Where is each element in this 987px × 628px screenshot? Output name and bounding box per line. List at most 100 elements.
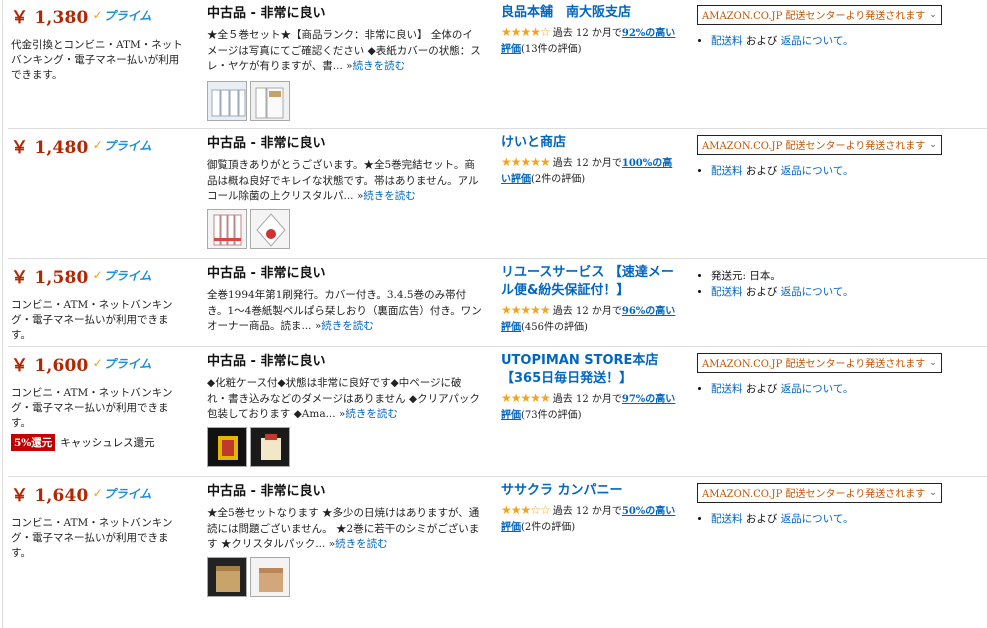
read-more-link[interactable]: 続きを読む [353,60,406,72]
condition-column: 中古品 - 非常に良い ◆化粧ケース付◆状態は非常に良好です◆中ページに破れ・書… [207,352,482,467]
rating-prefix: 過去 12 か月で [552,506,622,517]
read-more-link[interactable]: 続きを読む [345,408,398,420]
fulfillment-dropdown[interactable]: AMAZON.CO.JP 配送センターより発送されます ⌄ [697,134,942,155]
row-divider [8,128,987,129]
seller-name-link[interactable]: ササクラ カンパニー [501,482,681,500]
fulfillment-dropdown[interactable]: AMAZON.CO.JP 配送センターより発送されます ⌄ [697,4,942,25]
prime-badge: ✓ プライム [93,7,152,24]
product-thumbnail[interactable] [250,80,290,121]
payment-note: 代金引換とコンビニ・ATM・ネットバンキング・電子マネー払いが利用できます。 [11,39,183,81]
returns-link[interactable]: 返品について。 [781,165,854,177]
description: 全巻1994年第1刷発行。カバー付き。3.4.5巻のみ帯付き。1〜4巻紙製ペルぱ… [207,288,482,335]
seller-name-link[interactable]: リユースサービス 【速達メール便&紛失保証付！】 [501,264,681,300]
seller-column: ササクラ カンパニー ★★★☆☆ 過去 12 か月で50%の高い評価(2件の評価) [501,482,681,536]
prime-label: プライム [103,356,152,371]
shipping-info-item: 配送料 および 返品について。 [711,33,982,49]
description-text: 御覧頂きありがとうございます。★全5巻完結セット。商品は概ね良好でキレイな状態で… [207,159,479,202]
shipping-fee-link[interactable]: 配送料 [711,165,743,177]
price: ￥ 1,580 [11,267,89,288]
star-rating-icon: ★★★★☆ [501,25,551,39]
chevron-down-icon: ⌄ [929,487,937,498]
read-more-link[interactable]: 続きを読む [335,538,388,550]
seller-rating: ★★★★★ 過去 12 か月で96%の高い評価(456件の評価) [501,302,681,336]
seller-name-link[interactable]: けいと商店 [501,134,681,152]
product-thumbnail[interactable] [207,208,247,249]
product-thumbnail[interactable] [250,426,290,467]
star-rating-icon: ★★★★★ [501,391,551,405]
shipping-column: AMAZON.CO.JP 配送センターより発送されます⌄ 配送料 および 返品に… [697,134,982,179]
payment-note: コンビニ・ATM・ネットバンキング・電子マネー払いが利用できます。 [11,517,173,559]
prime-check-icon: ✓ [92,138,103,152]
price-column: ￥ 1,600 ✓ プライム コンビニ・ATM・ネットバンキング・電子マネー払いが… [11,352,186,451]
star-rating-icon: ★★★★★ [501,155,551,169]
shipping-fee-link[interactable]: 配送料 [711,513,743,525]
and-text: および [742,382,781,395]
fulfillment-label: AMAZON.CO.JP 配送センターより発送されます [702,359,926,370]
rating-count: (2件の評価) [531,174,586,185]
prime-label: プライム [103,138,152,153]
seller-rating: ★★★☆☆ 過去 12 か月で50%の高い評価(2件の評価) [501,502,681,536]
shipping-info-list: 配送料 および 返品について。 [697,163,982,179]
prime-badge: ✓ プライム [93,267,152,284]
product-thumbnail[interactable] [207,426,247,467]
row-divider [8,258,987,259]
and-text: および [742,512,781,525]
shipping-column: AMAZON.CO.JP 配送センターより発送されます⌄ 配送料 および 返品に… [697,482,982,527]
seller-rating: ★★★★★ 過去 12 か月で100%の高い評価(2件の評価) [501,154,681,188]
read-more-link[interactable]: 続きを読む [321,320,374,332]
description: 御覧頂きありがとうございます。★全5巻完結セット。商品は概ね良好でキレイな状態で… [207,158,482,205]
condition: 中古品 - 非常に良い [207,266,326,281]
shipping-info-list: 配送料 および 返品について。 [697,511,982,527]
fulfillment-dropdown[interactable]: AMAZON.CO.JP 配送センターより発送されます ⌄ [697,352,942,373]
shipping-fee-link[interactable]: 配送料 [711,35,743,47]
product-thumbnail[interactable] [250,208,290,249]
price-column: ￥ 1,640 ✓ プライム コンビニ・ATM・ネットバンキング・電子マネー払いが… [11,482,186,561]
rating-prefix: 過去 12 か月で [552,28,622,39]
shipping-fee-link[interactable]: 配送料 [711,286,743,298]
returns-link[interactable]: 返品について。 [781,35,854,47]
shipping-column: AMAZON.CO.JP 配送センターより発送されます⌄ 配送料 および 返品に… [697,352,982,397]
product-thumbnail[interactable] [207,80,247,121]
seller-name-link[interactable]: 良品本舗 南大阪支店 [501,4,681,22]
condition-column: 中古品 - 非常に良い ★全５巻セット★【商品ランク：非常に良い】 全体のイメー… [207,4,482,121]
seller-name-link[interactable]: UTOPIMAN STORE本店【365日毎日発送！】 [501,352,681,388]
seller-rating: ★★★★★ 過去 12 か月で97%の高い評価(73件の評価) [501,390,681,424]
fulfillment-label: AMAZON.CO.JP 配送センターより発送されます [702,141,926,152]
prime-label: プライム [103,486,152,501]
condition: 中古品 - 非常に良い [207,354,326,369]
condition: 中古品 - 非常に良い [207,484,326,499]
shipping-fee-link[interactable]: 配送料 [711,383,743,395]
shipping-info-list: 配送料 および 返品について。 [697,33,982,49]
returns-link[interactable]: 返品について。 [781,513,854,525]
price-column: ￥ 1,380 ✓ プライム 代金引換とコンビニ・ATM・ネットバンキング・電子マ… [11,4,186,83]
price: ￥ 1,480 [11,137,89,158]
and-text: および [742,164,781,177]
product-thumbnail[interactable] [250,556,290,597]
shipping-info-item: 配送料 および 返品について。 [711,381,982,397]
prime-badge: ✓ プライム [93,137,152,154]
chevron-down-icon: ⌄ [929,9,937,20]
shipping-info-item: 配送料 および 返品について。 [711,284,982,300]
condition-column: 中古品 - 非常に良い ★全5巻セットなります ★多少の日焼けはありますが、通読… [207,482,482,597]
fulfillment-dropdown[interactable]: AMAZON.CO.JP 配送センターより発送されます ⌄ [697,482,942,503]
description-text: ★全５巻セット★【商品ランク：非常に良い】 全体のイメージは写真にてご確認くださ… [207,29,481,72]
rating-prefix: 過去 12 か月で [552,306,622,317]
rating-count: (456件の評価) [521,322,588,333]
page-left-border [2,0,3,628]
row-divider [8,476,987,477]
and-text: および [742,286,781,298]
payment-note: コンビニ・ATM・ネットバンキング・電子マネー払いが利用できます。 [11,387,173,429]
description: ★全5巻セットなります ★多少の日焼けはありますが、通読には問題ございません。 … [207,506,482,553]
returns-link[interactable]: 返品について。 [781,286,854,298]
condition: 中古品 - 非常に良い [207,136,326,151]
condition-column: 中古品 - 非常に良い 御覧頂きありがとうございます。★全5巻完結セット。商品は… [207,134,482,249]
product-thumbnail[interactable] [207,556,247,597]
star-rating-icon: ★★★★★ [501,303,551,317]
condition-column: 中古品 - 非常に良い 全巻1994年第1刷発行。カバー付き。3.4.5巻のみ帯… [207,264,482,335]
returns-link[interactable]: 返品について。 [781,383,854,395]
rating-count: (2件の評価) [521,522,576,533]
fulfillment-label: AMAZON.CO.JP 配送センターより発送されます [702,489,926,500]
cashback-row: 5%還元 キャッシュレス還元 [11,434,186,451]
read-more-link[interactable]: 続きを読む [363,190,416,202]
description-text: ◆化粧ケース付◆状態は非常に良好です◆中ページに破れ・書き込みなどのダメージはあ… [207,377,480,420]
